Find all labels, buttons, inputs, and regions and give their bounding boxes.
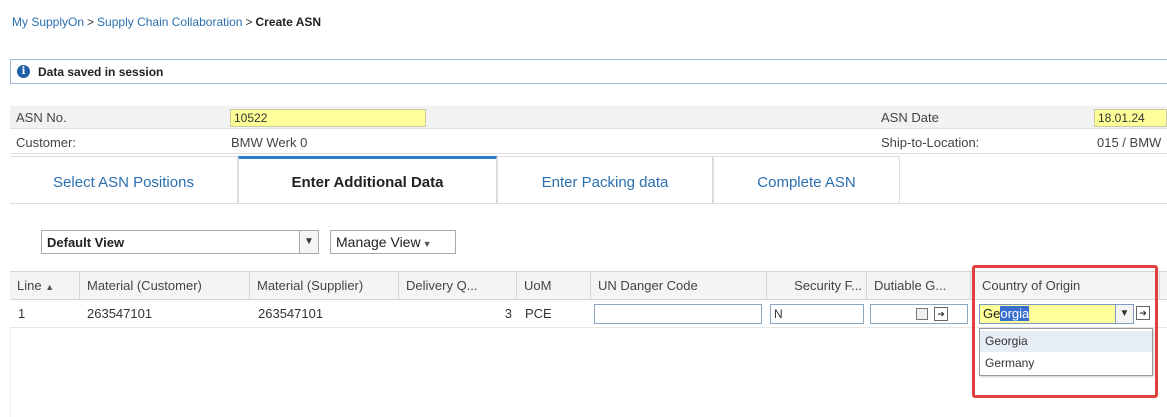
col-delivery-qty[interactable]: Delivery Q... (399, 272, 517, 299)
customer-label: Customer: (16, 135, 76, 150)
country-autocomplete-selection: orgia (1000, 306, 1030, 321)
col-material-customer[interactable]: Material (Customer) (80, 272, 250, 299)
table-header: Line ▲ Material (Customer) Material (Sup… (10, 271, 1167, 300)
col-security[interactable]: Security F... (767, 272, 867, 299)
header-row-asn: ASN No. 10522 ASN Date 18.01.24 (10, 106, 1167, 129)
country-dropdown: Georgia Germany (979, 328, 1153, 376)
country-of-origin-input[interactable]: Georgia (979, 304, 1116, 324)
cell-line: 1 (18, 306, 26, 321)
tab-select-asn-positions[interactable]: Select ASN Positions (10, 156, 238, 203)
cell-material-supplier: 263547101 (258, 306, 324, 321)
breadcrumb-link-mysupplyon[interactable]: My SupplyOn (12, 15, 84, 29)
breadcrumb-link-scc[interactable]: Supply Chain Collaboration (97, 15, 242, 29)
cell-delivery-qty: 3 (504, 306, 512, 321)
cell-material-customer: 263547101 (87, 306, 153, 321)
dropdown-option-germany[interactable]: Germany (980, 353, 1152, 374)
tab-enter-additional-data[interactable]: Enter Additional Data (238, 156, 497, 203)
chevron-down-icon[interactable]: ▼ (299, 231, 318, 253)
tab-enter-packing-data[interactable]: Enter Packing data (497, 156, 713, 203)
edit-icon[interactable]: ➜ (1136, 306, 1150, 320)
col-f[interactable]: F (1160, 272, 1167, 299)
chevron-down-icon[interactable]: ▼ (1116, 304, 1134, 324)
asn-no-label: ASN No. (16, 110, 67, 125)
table-row: 1 263547101 263547101 3 PCE N ➜ Georgia … (10, 300, 1167, 328)
asn-date-label: ASN Date (881, 110, 939, 125)
view-select-value: Default View (47, 235, 125, 250)
cell-uom: PCE (525, 306, 552, 321)
info-bar: i Data saved in session (10, 59, 1167, 84)
header-row-customer: Customer: BMW Werk 0 Ship-to-Location: 0… (10, 131, 1167, 154)
dropdown-option-georgia[interactable]: Georgia (980, 331, 1152, 352)
ship-to-value: 015 / BMW (1097, 135, 1162, 150)
breadcrumb-current: Create ASN (255, 15, 322, 29)
asn-no-field[interactable]: 10522 (230, 109, 426, 127)
col-line[interactable]: Line ▲ (10, 272, 80, 299)
info-message: Data saved in session (38, 65, 164, 79)
col-uom[interactable]: UoM (517, 272, 591, 299)
col-dutiable-goods[interactable]: Dutiable G... (867, 272, 971, 299)
customer-value: BMW Werk 0 (231, 135, 308, 150)
manage-view-button[interactable]: Manage View ▼ (330, 230, 456, 254)
dutiable-goods-field: ➜ (870, 304, 968, 324)
col-un-danger-code[interactable]: UN Danger Code (591, 272, 767, 299)
asn-date-field[interactable]: 18.01.24 (1094, 109, 1167, 127)
col-line-label: Line (17, 278, 42, 293)
edit-icon[interactable]: ➜ (934, 307, 948, 321)
dutiable-goods-checkbox[interactable] (916, 308, 928, 320)
un-danger-code-input[interactable] (594, 304, 762, 324)
col-country-of-origin[interactable]: Country of Origin (971, 272, 1160, 299)
breadcrumb: My SupplyOn > Supply Chain Collaboration > C… (12, 15, 321, 29)
ship-to-label: Ship-to-Location: (881, 135, 980, 150)
info-icon: i (17, 65, 30, 78)
manage-view-label: Manage View (336, 234, 421, 250)
tab-complete-asn[interactable]: Complete ASN (713, 156, 900, 203)
breadcrumb-separator: > (245, 15, 253, 29)
breadcrumb-separator: > (87, 15, 95, 29)
col-material-supplier[interactable]: Material (Supplier) (250, 272, 399, 299)
security-input[interactable]: N (770, 304, 864, 324)
country-typed-text: Ge (983, 306, 1001, 321)
sort-ascending-icon[interactable]: ▲ (45, 282, 54, 292)
view-select[interactable]: Default View ▼ (41, 230, 319, 254)
caret-down-icon: ▼ (422, 239, 432, 249)
